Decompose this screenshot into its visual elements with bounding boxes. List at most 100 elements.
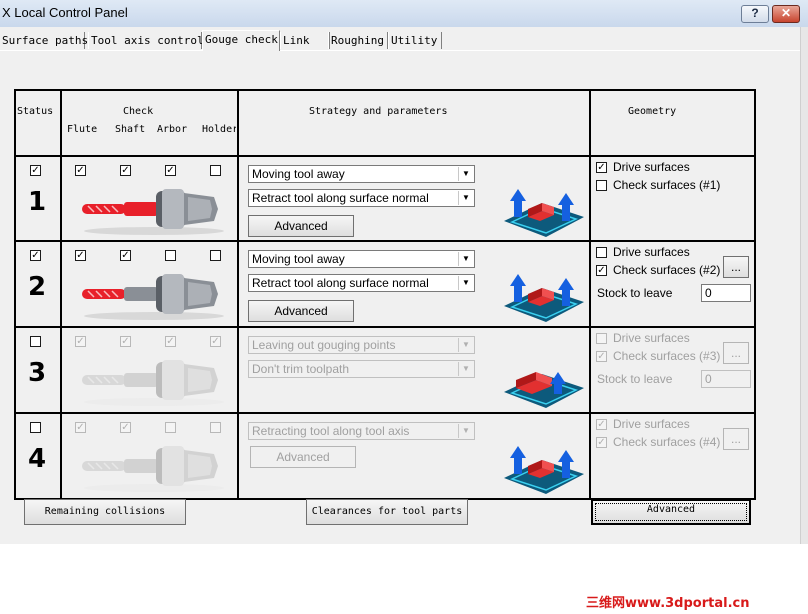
chevron-down-icon[interactable]: ▼ xyxy=(458,252,473,266)
chevron-down-icon[interactable]: ▼ xyxy=(458,276,473,290)
status-checkbox[interactable] xyxy=(30,422,41,433)
strategy-select-value: Retract tool along surface normal xyxy=(252,276,429,290)
tool-illustration xyxy=(80,179,228,242)
row-divider xyxy=(14,155,756,157)
tab-tool-axis-control[interactable]: Tool axis control xyxy=(88,32,204,49)
tool-shaft xyxy=(124,459,158,473)
strategy-select-value: Retracting tool along tool axis xyxy=(252,424,410,438)
drive-surfaces-checkbox[interactable] xyxy=(596,247,607,258)
header-shaft: Shaft xyxy=(115,124,146,135)
check-surfaces-checkbox[interactable]: ✓ xyxy=(596,437,607,448)
remaining-collisions-button[interactable]: Remaining collisions xyxy=(24,499,186,525)
header-strategy: Strategy and parameters xyxy=(309,106,448,117)
stock-to-leave-input[interactable]: 0 xyxy=(701,370,751,388)
strategy-select[interactable]: Leaving out gouging points ▼ xyxy=(248,336,475,354)
strategy-select[interactable]: Retracting tool along tool axis ▼ xyxy=(248,422,475,440)
strategy-select-value: Leaving out gouging points xyxy=(252,338,396,352)
tab-surface-paths[interactable]: Surface paths xyxy=(0,32,88,49)
header-check: Check xyxy=(123,106,154,117)
check-shaft-checkbox[interactable]: ✓ xyxy=(120,165,131,176)
close-button[interactable]: ✕ xyxy=(772,5,800,23)
drive-surfaces-label: Drive surfaces xyxy=(613,245,690,259)
chevron-down-icon[interactable]: ▼ xyxy=(458,362,473,376)
status-checkbox[interactable]: ✓ xyxy=(30,250,41,261)
strategy-select-value: Don't trim toolpath xyxy=(252,362,350,376)
check-surfaces-label: Check surfaces (#2) xyxy=(613,263,721,277)
check-surfaces-checkbox[interactable] xyxy=(596,180,607,191)
check-surfaces-checkbox[interactable]: ✓ xyxy=(596,351,607,362)
check-flute-checkbox[interactable]: ✓ xyxy=(75,422,86,433)
check-arbor-checkbox[interactable]: ✓ xyxy=(165,165,176,176)
chevron-down-icon[interactable]: ▼ xyxy=(458,191,473,205)
check-surfaces-label: Check surfaces (#3) xyxy=(613,349,721,363)
stock-to-leave-label: Stock to leave xyxy=(597,372,673,386)
strategy-select[interactable]: Moving tool away ▼ xyxy=(248,165,475,183)
tab-roughing[interactable]: Roughing xyxy=(328,32,388,49)
check-shaft-checkbox[interactable]: ✓ xyxy=(120,422,131,433)
tab-gouge-check[interactable]: Gouge check xyxy=(202,30,280,51)
check-surfaces-select-button[interactable]: ... xyxy=(723,342,749,364)
drive-surfaces-checkbox[interactable] xyxy=(596,333,607,344)
check-holder-checkbox[interactable] xyxy=(210,422,221,433)
tool-illustration xyxy=(80,436,228,499)
check-surfaces-select-button[interactable]: ... xyxy=(723,256,749,278)
scene-illustration xyxy=(502,266,586,327)
chevron-down-icon[interactable]: ▼ xyxy=(458,424,473,438)
check-holder-checkbox[interactable] xyxy=(210,250,221,261)
check-surfaces-checkbox[interactable]: ✓ xyxy=(596,265,607,276)
header-holder: Holder xyxy=(202,124,236,135)
row-number: 2 xyxy=(28,272,47,302)
check-holder-checkbox[interactable] xyxy=(210,165,221,176)
advanced-footer-button[interactable]: Advanced xyxy=(591,499,751,525)
tool-shaft xyxy=(124,373,158,387)
status-checkbox[interactable] xyxy=(30,336,41,347)
advanced-button[interactable]: Advanced xyxy=(250,446,356,468)
advanced-button[interactable]: Advanced xyxy=(248,300,354,322)
check-arbor-checkbox[interactable] xyxy=(165,250,176,261)
tool-flute xyxy=(82,289,126,299)
check-flute-checkbox[interactable]: ✓ xyxy=(75,250,86,261)
check-flute-checkbox[interactable]: ✓ xyxy=(75,336,86,347)
header-flute: Flute xyxy=(67,124,98,135)
tab-underline xyxy=(0,50,800,51)
watermark: 三维网www.3dportal.cn xyxy=(586,596,750,611)
check-shaft-checkbox[interactable]: ✓ xyxy=(120,336,131,347)
advanced-button[interactable]: Advanced xyxy=(248,215,354,237)
scene-illustration xyxy=(502,352,586,413)
drive-surfaces-label: Drive surfaces xyxy=(613,417,690,431)
strategy-select[interactable]: Moving tool away ▼ xyxy=(248,250,475,268)
column-divider xyxy=(589,89,591,500)
tool-flute xyxy=(82,375,126,385)
tool-illustration xyxy=(80,264,228,327)
strategy-select-value: Moving tool away xyxy=(252,252,345,266)
chevron-down-icon[interactable]: ▼ xyxy=(458,167,473,181)
header-geometry: Geometry xyxy=(628,106,677,117)
tab-utility[interactable]: Utility xyxy=(388,32,442,49)
status-checkbox[interactable]: ✓ xyxy=(30,165,41,176)
strategy-select[interactable]: Don't trim toolpath ▼ xyxy=(248,360,475,378)
strategy-select[interactable]: Retract tool along surface normal ▼ xyxy=(248,274,475,292)
drive-surfaces-checkbox[interactable]: ✓ xyxy=(596,419,607,430)
check-flute-checkbox[interactable]: ✓ xyxy=(75,165,86,176)
row-number: 1 xyxy=(28,187,47,217)
check-holder-checkbox[interactable]: ✓ xyxy=(210,336,221,347)
help-button[interactable]: ? xyxy=(741,5,769,23)
check-surfaces-select-button[interactable]: ... xyxy=(723,428,749,450)
tool-shaft xyxy=(124,287,158,301)
drive-surfaces-checkbox[interactable]: ✓ xyxy=(596,162,607,173)
clearances-button[interactable]: Clearances for tool parts xyxy=(306,499,468,525)
check-arbor-checkbox[interactable]: ✓ xyxy=(165,336,176,347)
row-number: 3 xyxy=(28,358,47,388)
check-shaft-checkbox[interactable]: ✓ xyxy=(120,250,131,261)
tool-flute xyxy=(82,461,126,471)
window-title: X Local Control Panel xyxy=(2,5,128,20)
chevron-down-icon[interactable]: ▼ xyxy=(458,338,473,352)
strategy-select[interactable]: Retract tool along surface normal ▼ xyxy=(248,189,475,207)
stock-to-leave-input[interactable]: 0 xyxy=(701,284,751,302)
check-arbor-checkbox[interactable] xyxy=(165,422,176,433)
check-surfaces-label: Check surfaces (#4) xyxy=(613,435,721,449)
tab-link[interactable]: Link xyxy=(280,32,330,49)
row-number: 4 xyxy=(28,444,47,474)
column-divider xyxy=(60,89,62,500)
background-pane xyxy=(800,27,808,544)
